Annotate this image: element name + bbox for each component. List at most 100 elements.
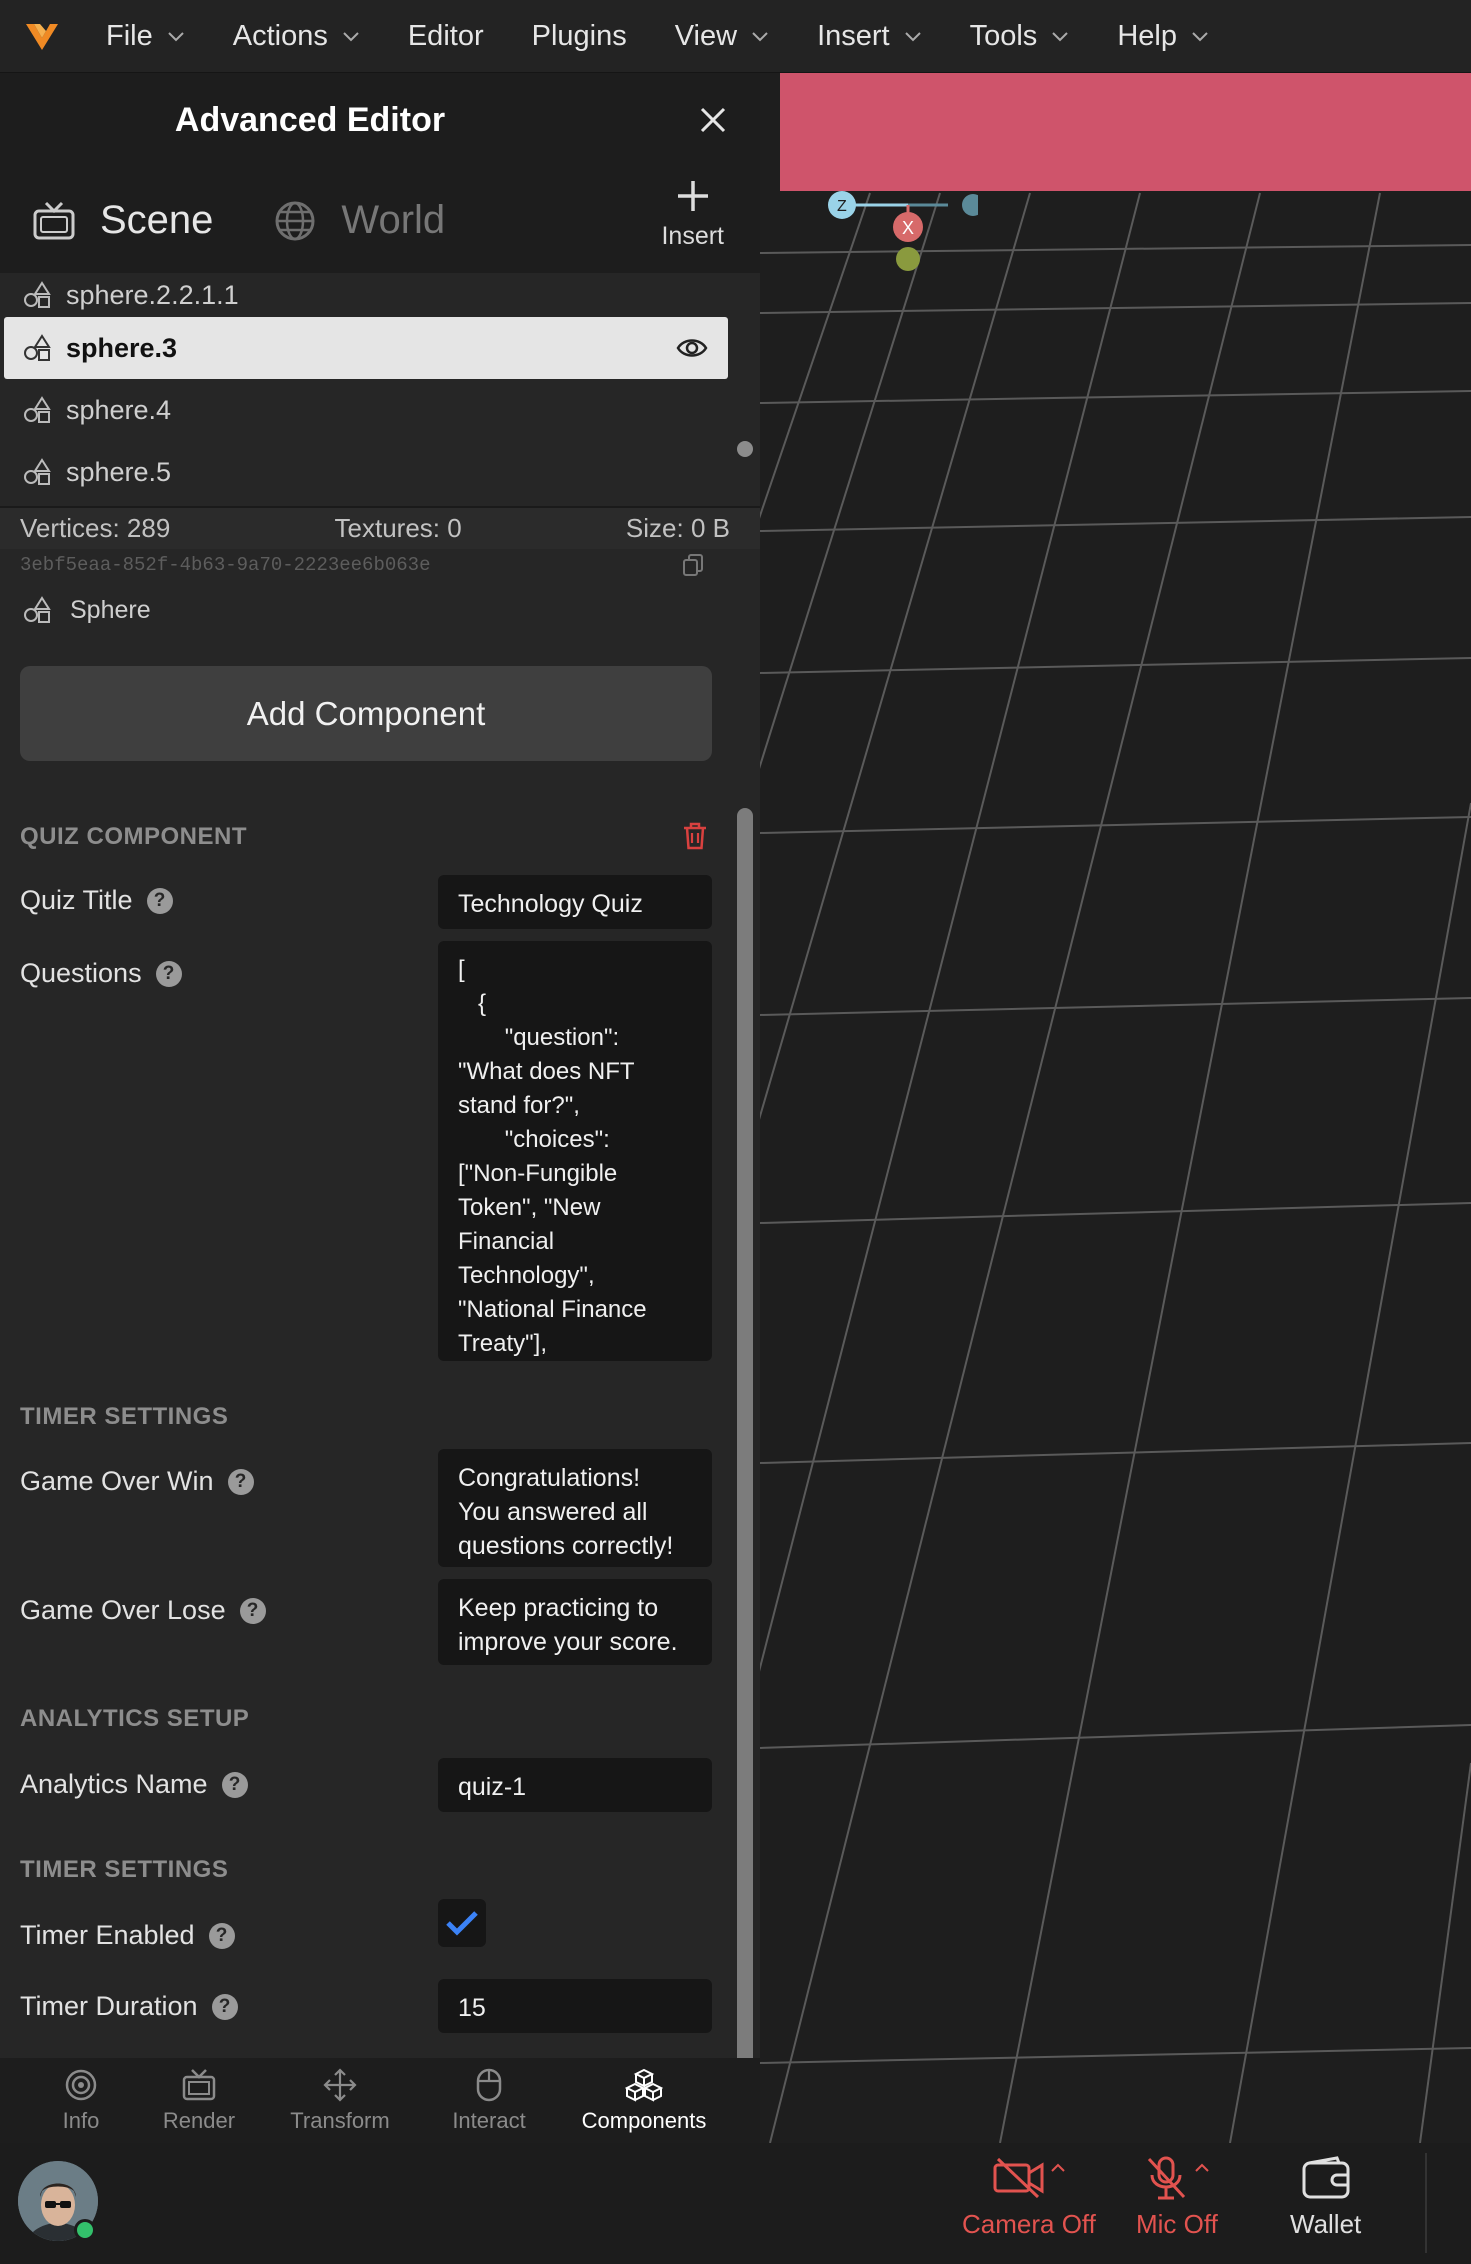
copy-icon[interactable]	[682, 553, 704, 577]
axis-gizmo[interactable]: Z X	[818, 183, 978, 283]
vertices-stat: Vertices: 289	[20, 513, 171, 543]
game-over-lose-textarea[interactable]: Keep practicing to improve your score.	[438, 1579, 712, 1665]
shapes-icon	[24, 281, 51, 308]
add-component-button[interactable]: Add Component	[20, 666, 712, 761]
wallet-button[interactable]: Wallet	[1290, 2155, 1361, 2240]
help-icon[interactable]: ?	[155, 960, 182, 987]
menu-insert-label: Insert	[817, 19, 890, 52]
tab-transform[interactable]: Transform	[236, 2058, 444, 2143]
menu-file-label: File	[106, 19, 153, 52]
help-icon[interactable]: ?	[239, 1597, 266, 1624]
chevron-up-icon[interactable]	[1050, 2163, 1066, 2173]
panel-header: Advanced Editor	[0, 73, 760, 168]
status-bar: Camera Off Mic Off Wallet	[0, 2143, 1471, 2264]
eye-icon[interactable]	[676, 333, 708, 363]
tree-item[interactable]: sphere.2.2.1.1	[0, 273, 760, 317]
analytics-name-label-text: Analytics Name	[20, 1769, 208, 1799]
menu-actions[interactable]: Actions	[233, 20, 360, 53]
panel-tabs: Scene World Insert	[0, 168, 760, 273]
chevron-down-icon	[343, 31, 359, 41]
timer-enabled-checkbox[interactable]	[438, 1899, 486, 1947]
panel-title: Advanced Editor	[174, 101, 446, 139]
tree-item[interactable]: sphere.4	[0, 379, 760, 441]
quiz-title-label-text: Quiz Title	[20, 885, 133, 915]
panel-scrollbar[interactable]	[737, 808, 753, 2124]
components-icon	[625, 2068, 663, 2102]
questions-label-text: Questions	[20, 958, 142, 988]
tab-components-label: Components	[581, 2107, 707, 2133]
online-status-dot	[74, 2219, 96, 2241]
y-axis-handle[interactable]	[896, 247, 920, 271]
camera-toggle-button[interactable]: Camera Off	[962, 2155, 1096, 2240]
timer-duration-input[interactable]: 15	[438, 1979, 712, 2033]
menu-view[interactable]: View	[675, 20, 769, 53]
tree-item-selected[interactable]: sphere.3	[4, 317, 728, 379]
menu-plugins[interactable]: Plugins	[532, 20, 627, 53]
game-over-lose-label-text: Game Over Lose	[20, 1595, 226, 1625]
timer-enabled-label: Timer Enabled?	[20, 1920, 235, 1951]
x-neg-axis-handle[interactable]	[962, 194, 978, 216]
timer-duration-label-text: Timer Duration	[20, 1991, 198, 2021]
mouse-icon	[476, 2068, 502, 2101]
menu-tools-label: Tools	[969, 19, 1038, 52]
help-icon[interactable]: ?	[227, 1468, 254, 1495]
ground-grid	[760, 192, 1471, 2143]
camera-off-icon	[993, 2157, 1044, 2199]
wallet-label: Wallet	[1290, 2209, 1362, 2239]
timer-duration-label: Timer Duration?	[20, 1991, 238, 2022]
tab-components[interactable]: Components	[534, 2058, 754, 2143]
insert-label: Insert	[661, 222, 724, 250]
menu-editor[interactable]: Editor	[408, 20, 484, 53]
tree-item-label: sphere.5	[66, 456, 172, 487]
questions-label: Questions?	[20, 958, 182, 989]
shapes-icon	[24, 458, 51, 485]
entity-type-row: Sphere	[0, 581, 760, 639]
chevron-down-icon	[1192, 31, 1208, 41]
shapes-icon	[24, 396, 51, 423]
help-icon[interactable]: ?	[146, 887, 173, 914]
chevron-up-icon[interactable]	[1194, 2163, 1210, 2173]
tab-world-label: World	[341, 198, 446, 242]
render-icon	[182, 2068, 216, 2100]
plus-icon	[677, 181, 708, 211]
game-over-lose-label: Game Over Lose?	[20, 1595, 266, 1626]
inspector-tabs: Info Render Transform Interact Component…	[0, 2058, 760, 2143]
mic-toggle-button[interactable]: Mic Off	[1136, 2155, 1218, 2240]
quiz-section-title: QUIZ COMPONENT	[20, 823, 247, 850]
checkmark-icon	[446, 1911, 478, 1936]
menu-insert[interactable]: Insert	[817, 20, 922, 53]
questions-textarea[interactable]: [ { "question": "What does NFT stand for…	[438, 941, 712, 1361]
menu-help[interactable]: Help	[1117, 20, 1209, 53]
analytics-name-input[interactable]: quiz-1	[438, 1758, 712, 1812]
timer-settings-section-title: TIMER SETTINGS	[20, 1856, 229, 1883]
tab-info[interactable]: Info	[0, 2058, 162, 2143]
tree-item-label: sphere.4	[66, 394, 172, 425]
size-stat: Size: 0 B	[625, 513, 730, 543]
trash-icon[interactable]	[681, 821, 709, 851]
tab-scene[interactable]: Scene	[32, 198, 213, 243]
menu-file[interactable]: File	[106, 20, 185, 53]
chevron-down-icon	[168, 31, 184, 41]
close-icon[interactable]	[696, 103, 730, 137]
menu-tools[interactable]: Tools	[970, 20, 1070, 53]
help-icon[interactable]: ?	[211, 1993, 238, 2020]
app-logo-icon[interactable]	[22, 16, 62, 56]
transform-icon	[323, 2067, 357, 2102]
tab-world[interactable]: World	[273, 198, 445, 243]
3d-viewport[interactable]: Z X	[760, 73, 1471, 2143]
scene-tree: sphere.2.2.1.1 sphere.3 sphere.4 sphere.…	[0, 273, 760, 506]
help-icon[interactable]: ?	[208, 1922, 235, 1949]
game-over-win-textarea[interactable]: Congratulations! You answered all questi…	[438, 1449, 712, 1567]
camera-off-label: Camera Off	[962, 2209, 1096, 2239]
tree-item[interactable]: sphere.5	[0, 441, 760, 503]
mic-off-label: Mic Off	[1136, 2209, 1218, 2239]
tree-scrollbar[interactable]	[737, 441, 753, 457]
help-icon[interactable]: ?	[221, 1771, 248, 1798]
tab-interact-label: Interact	[452, 2107, 526, 2133]
tab-render[interactable]: Render	[162, 2058, 236, 2143]
tab-interact[interactable]: Interact	[444, 2058, 534, 2143]
insert-button[interactable]: Insert	[661, 178, 724, 251]
entity-type-label: Sphere	[70, 595, 151, 624]
analytics-name-label: Analytics Name?	[20, 1769, 248, 1800]
quiz-title-input[interactable]: Technology Quiz	[438, 875, 712, 929]
